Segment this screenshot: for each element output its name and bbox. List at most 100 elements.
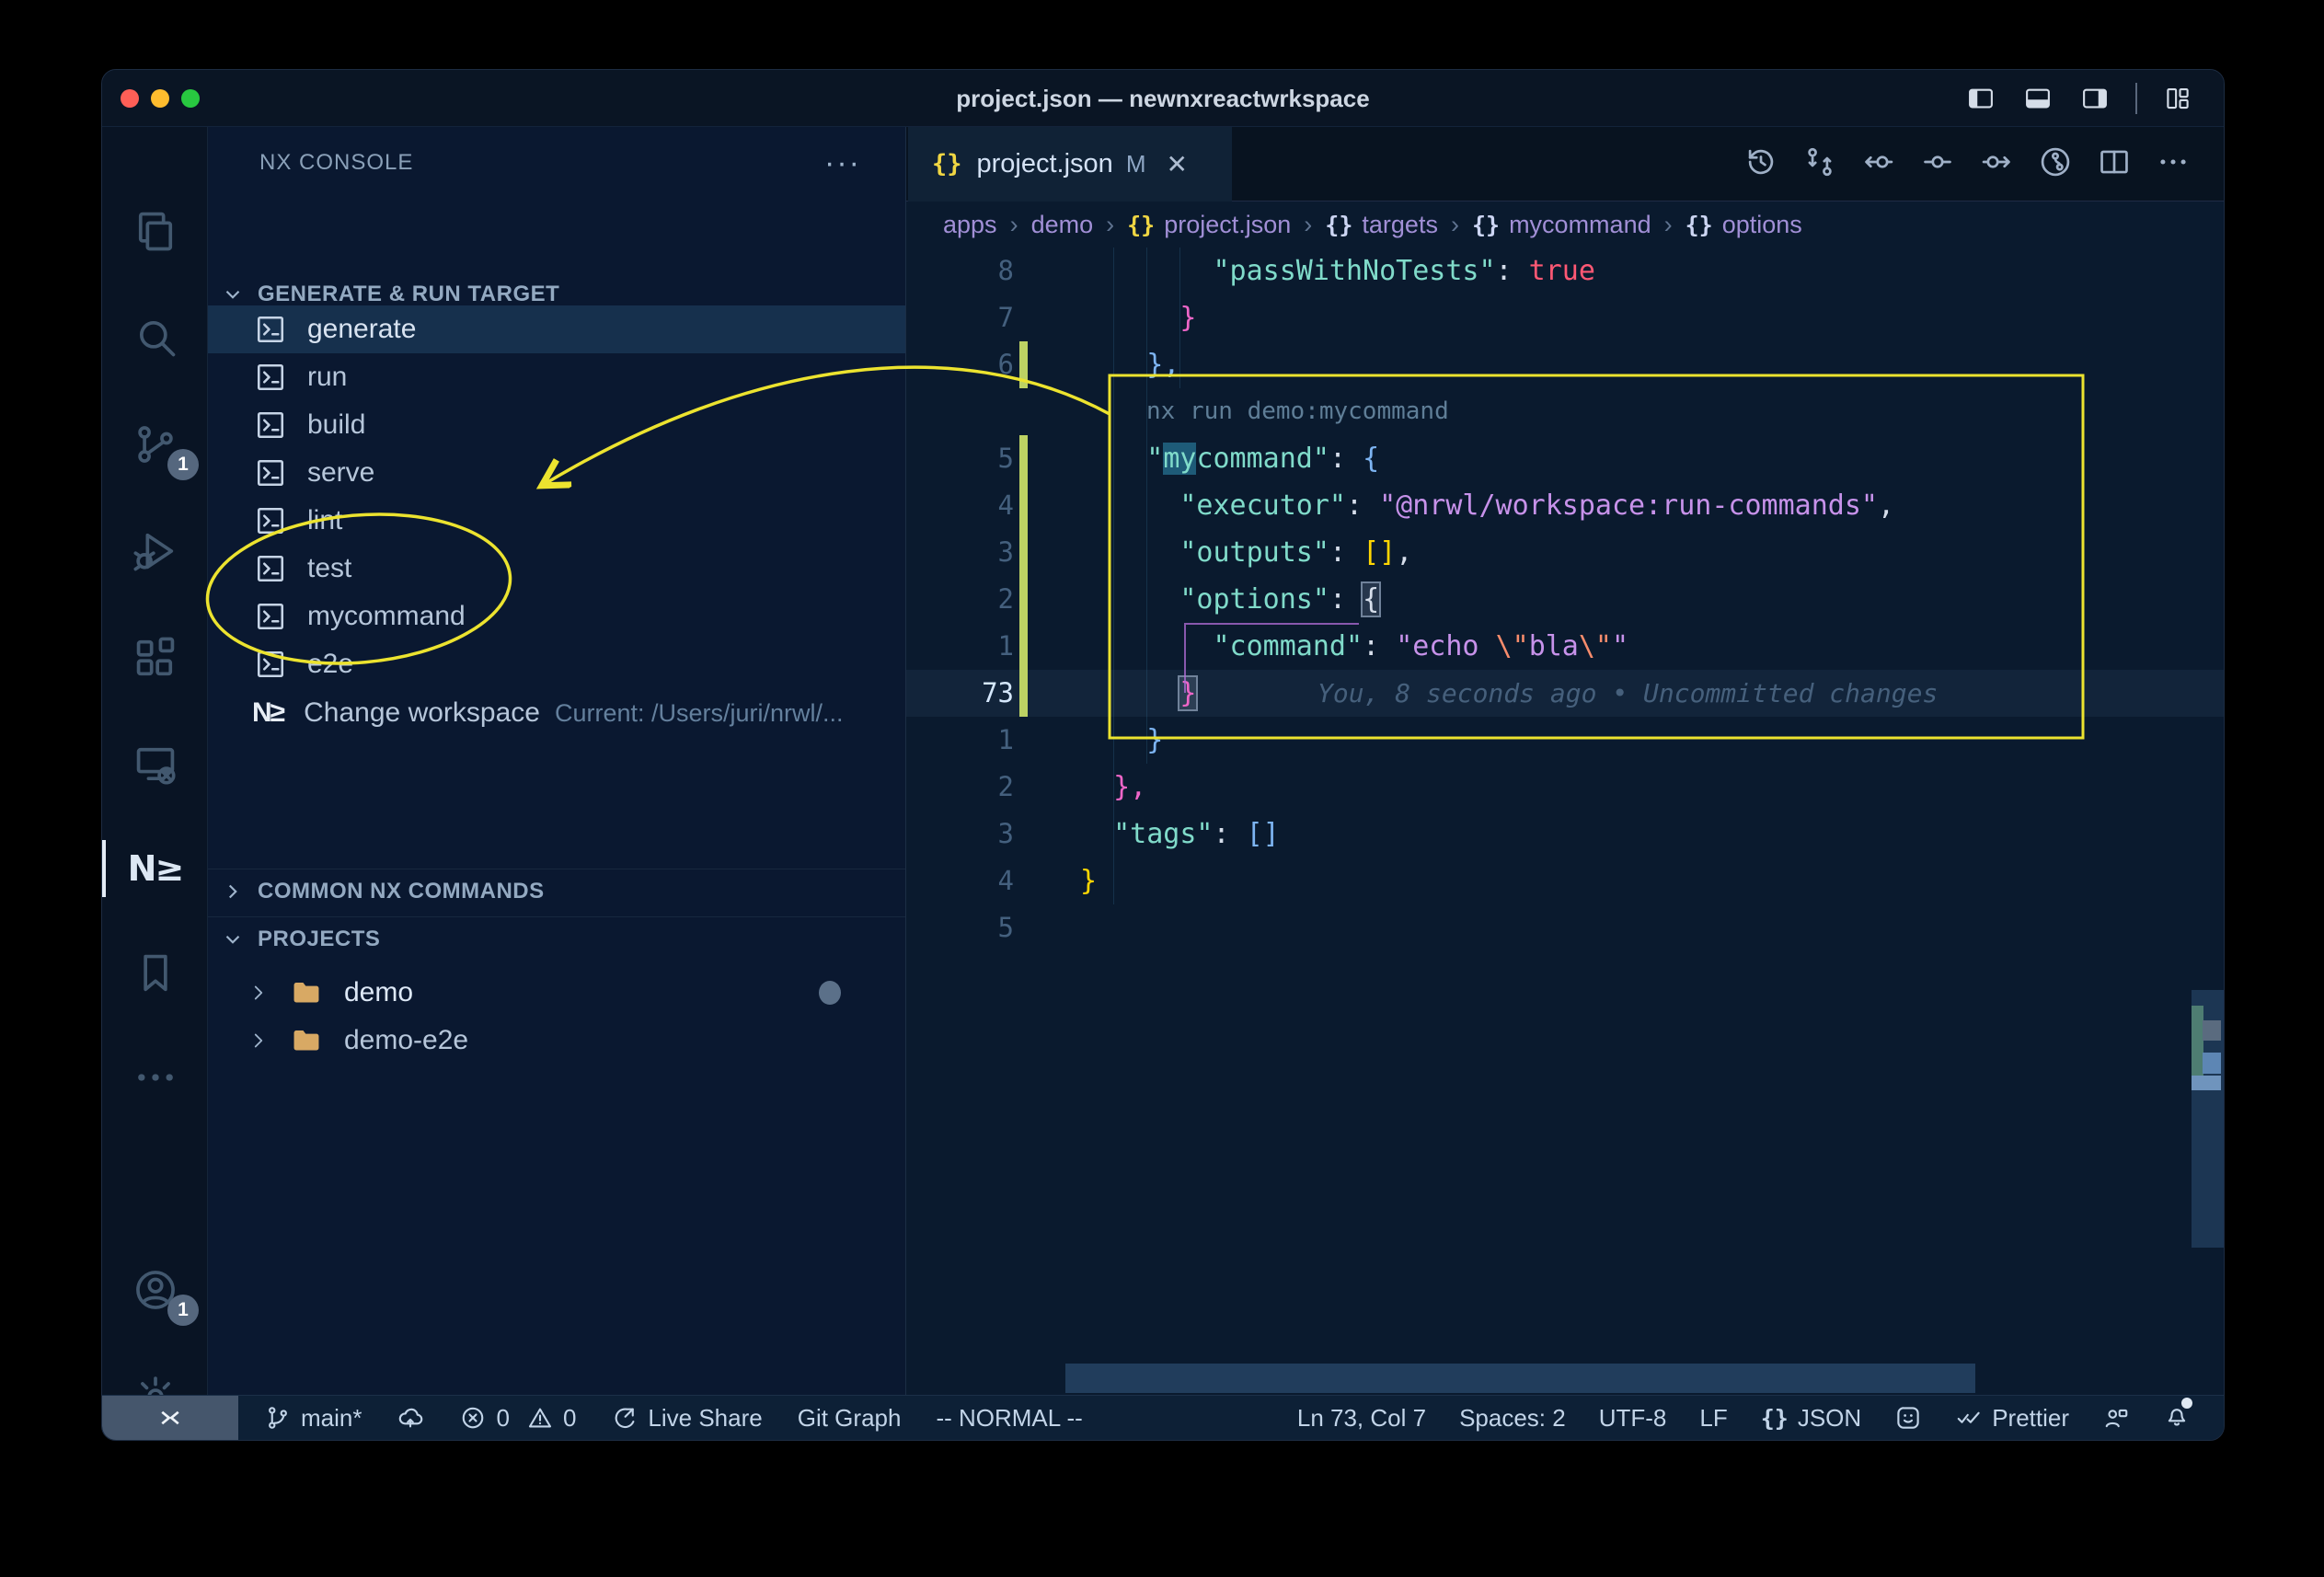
editor-action-next-change[interactable]: [1979, 144, 2014, 184]
code-line[interactable]: 8 "passWithNoTests": true: [906, 247, 2224, 294]
layout-controls: [1964, 70, 2194, 127]
breadcrumb-label: demo: [1031, 211, 1094, 239]
status-live-share[interactable]: Live Share: [611, 1404, 762, 1433]
more-actions-icon[interactable]: ···: [824, 145, 861, 181]
code-line[interactable]: 3 "outputs": [],: [906, 529, 2224, 576]
code-text: },: [1080, 341, 1179, 388]
code-line[interactable]: 2 },: [906, 764, 2224, 811]
next-change-icon: [1979, 144, 2014, 179]
activity-nx[interactable]: N≥: [102, 827, 208, 910]
target-run[interactable]: run: [208, 353, 905, 401]
target-label: generate: [307, 314, 416, 345]
remote-indicator[interactable]: [102, 1396, 238, 1441]
terminal-icon: [254, 313, 287, 346]
code-line[interactable]: 3 "tags": []: [906, 811, 2224, 858]
activity-files[interactable]: [102, 190, 208, 272]
status-git-graph[interactable]: Git Graph: [798, 1404, 902, 1433]
editor-action-history[interactable]: [1743, 144, 1778, 184]
bell-icon: [2163, 1401, 2191, 1429]
code-line[interactable]: 6 },: [906, 341, 2224, 388]
sidebar-title: NX CONSOLE: [259, 150, 413, 176]
customize-layout[interactable]: [2161, 85, 2194, 112]
nx-icon: N≥: [252, 697, 283, 729]
toggle-panel-bottom[interactable]: [2021, 85, 2054, 112]
activity-remote[interactable]: [102, 723, 208, 806]
status-cursor-position[interactable]: Ln 73, Col 7: [1297, 1404, 1426, 1433]
target-lint[interactable]: lint: [208, 497, 905, 545]
code-line[interactable]: 5 "mycommand": {: [906, 435, 2224, 482]
status-notifications[interactable]: [2163, 1401, 2191, 1435]
breadcrumb-item-options[interactable]: {}options: [1685, 211, 1802, 239]
code-text: "passWithNoTests": true: [1080, 247, 1595, 294]
codelens-run-command[interactable]: nx run demo:mycommand: [1146, 388, 1449, 435]
section-common-nx-commands[interactable]: COMMON NX COMMANDS: [208, 869, 905, 913]
status-indentation[interactable]: Spaces: 2: [1459, 1404, 1566, 1433]
activity-account[interactable]: 1: [102, 1249, 208, 1331]
line-number: 73: [906, 670, 1014, 717]
status-branch-indicator[interactable]: main*: [264, 1404, 362, 1433]
breadcrumb-item-project.json[interactable]: {}project.json: [1127, 211, 1291, 239]
editor-action-prev-change[interactable]: [1861, 144, 1896, 184]
symbol-braces-icon: {}: [1325, 212, 1352, 238]
target-build[interactable]: build: [208, 401, 905, 449]
project-demo[interactable]: demo: [208, 969, 905, 1017]
breadcrumb-item-targets[interactable]: {}targets: [1325, 211, 1438, 239]
activity-more[interactable]: [102, 1036, 208, 1119]
toggle-panel-right[interactable]: [2078, 85, 2111, 112]
code-line[interactable]: 4 "executor": "@nrwl/workspace:run-comma…: [906, 482, 2224, 529]
code-text: }: [1080, 717, 1163, 764]
status-live-share-contacts[interactable]: [2102, 1404, 2130, 1432]
activity-source-control[interactable]: 1: [102, 403, 208, 486]
code-line[interactable]: 1 }: [906, 717, 2224, 764]
section-projects[interactable]: PROJECTS: [208, 916, 905, 961]
code-line[interactable]: 2 "options": {: [906, 576, 2224, 623]
change-workspace[interactable]: N≥Change workspaceCurrent: /Users/juri/n…: [208, 688, 905, 738]
editor-action-compare[interactable]: [1802, 144, 1837, 184]
code-line[interactable]: 73 }You, 8 seconds ago • Uncommitted cha…: [906, 670, 2224, 717]
activity-extensions[interactable]: [102, 616, 208, 699]
horizontal-scrollbar[interactable]: [1065, 1364, 1975, 1393]
editor-action-ellipsis[interactable]: [2156, 144, 2191, 184]
project-demo-e2e[interactable]: demo-e2e: [208, 1017, 905, 1065]
code-line[interactable]: 7 }: [906, 294, 2224, 341]
breadcrumb-item-demo[interactable]: demo: [1031, 211, 1094, 239]
target-label: serve: [307, 457, 374, 489]
editor-action-split[interactable]: [2097, 144, 2132, 184]
activity-search[interactable]: [102, 295, 208, 378]
target-test[interactable]: test: [208, 545, 905, 593]
breadcrumb-separator: ›: [1304, 211, 1312, 239]
status-problems[interactable]: 00: [459, 1404, 576, 1433]
search-icon: [132, 313, 179, 361]
toggle-panel-left[interactable]: [1964, 85, 1997, 112]
editor-action-change[interactable]: [1920, 144, 1955, 184]
target-e2e[interactable]: e2e: [208, 640, 905, 688]
line-number: 4: [906, 858, 1014, 904]
target-mycommand[interactable]: mycommand: [208, 593, 905, 640]
status-bar: main* 00 Live Share Git Graph -- NORMAL -- L…: [102, 1395, 2224, 1440]
status-publish-changes[interactable]: [397, 1404, 424, 1432]
status-eol[interactable]: LF: [1699, 1404, 1727, 1433]
code-line[interactable]: 5: [906, 904, 2224, 951]
status-feedback[interactable]: [1894, 1404, 1922, 1432]
status-label: 0: [496, 1404, 509, 1433]
remote-icon: [132, 741, 179, 788]
target-serve[interactable]: serve: [208, 449, 905, 497]
code-line[interactable]: 1 "command": "echo \"bla\"": [906, 623, 2224, 670]
breadcrumb-item-apps[interactable]: apps: [943, 211, 997, 239]
status-vim-mode[interactable]: -- NORMAL --: [936, 1404, 1082, 1433]
target-generate[interactable]: generate: [208, 305, 905, 353]
status-encoding[interactable]: UTF-8: [1599, 1404, 1667, 1433]
json-file-icon: {}: [932, 150, 962, 178]
status-prettier[interactable]: Prettier: [1955, 1404, 2069, 1433]
tab-project-json[interactable]: {} project.json M ✕: [908, 127, 1232, 201]
checks-icon: [1955, 1404, 1983, 1432]
activity-debug[interactable]: [102, 510, 208, 593]
code-editor[interactable]: 8 "passWithNoTests": true7 }6 },nx run d…: [906, 247, 2224, 1395]
code-line[interactable]: 4}: [906, 858, 2224, 904]
status-language-mode[interactable]: {}JSON: [1761, 1404, 1861, 1433]
close-tab-icon[interactable]: ✕: [1167, 149, 1188, 179]
editor-action-graph[interactable]: [2038, 144, 2073, 184]
breadcrumb-item-mycommand[interactable]: {}mycommand: [1472, 211, 1651, 239]
activity-bookmark[interactable]: [102, 932, 208, 1015]
more-icon: [132, 1053, 179, 1101]
